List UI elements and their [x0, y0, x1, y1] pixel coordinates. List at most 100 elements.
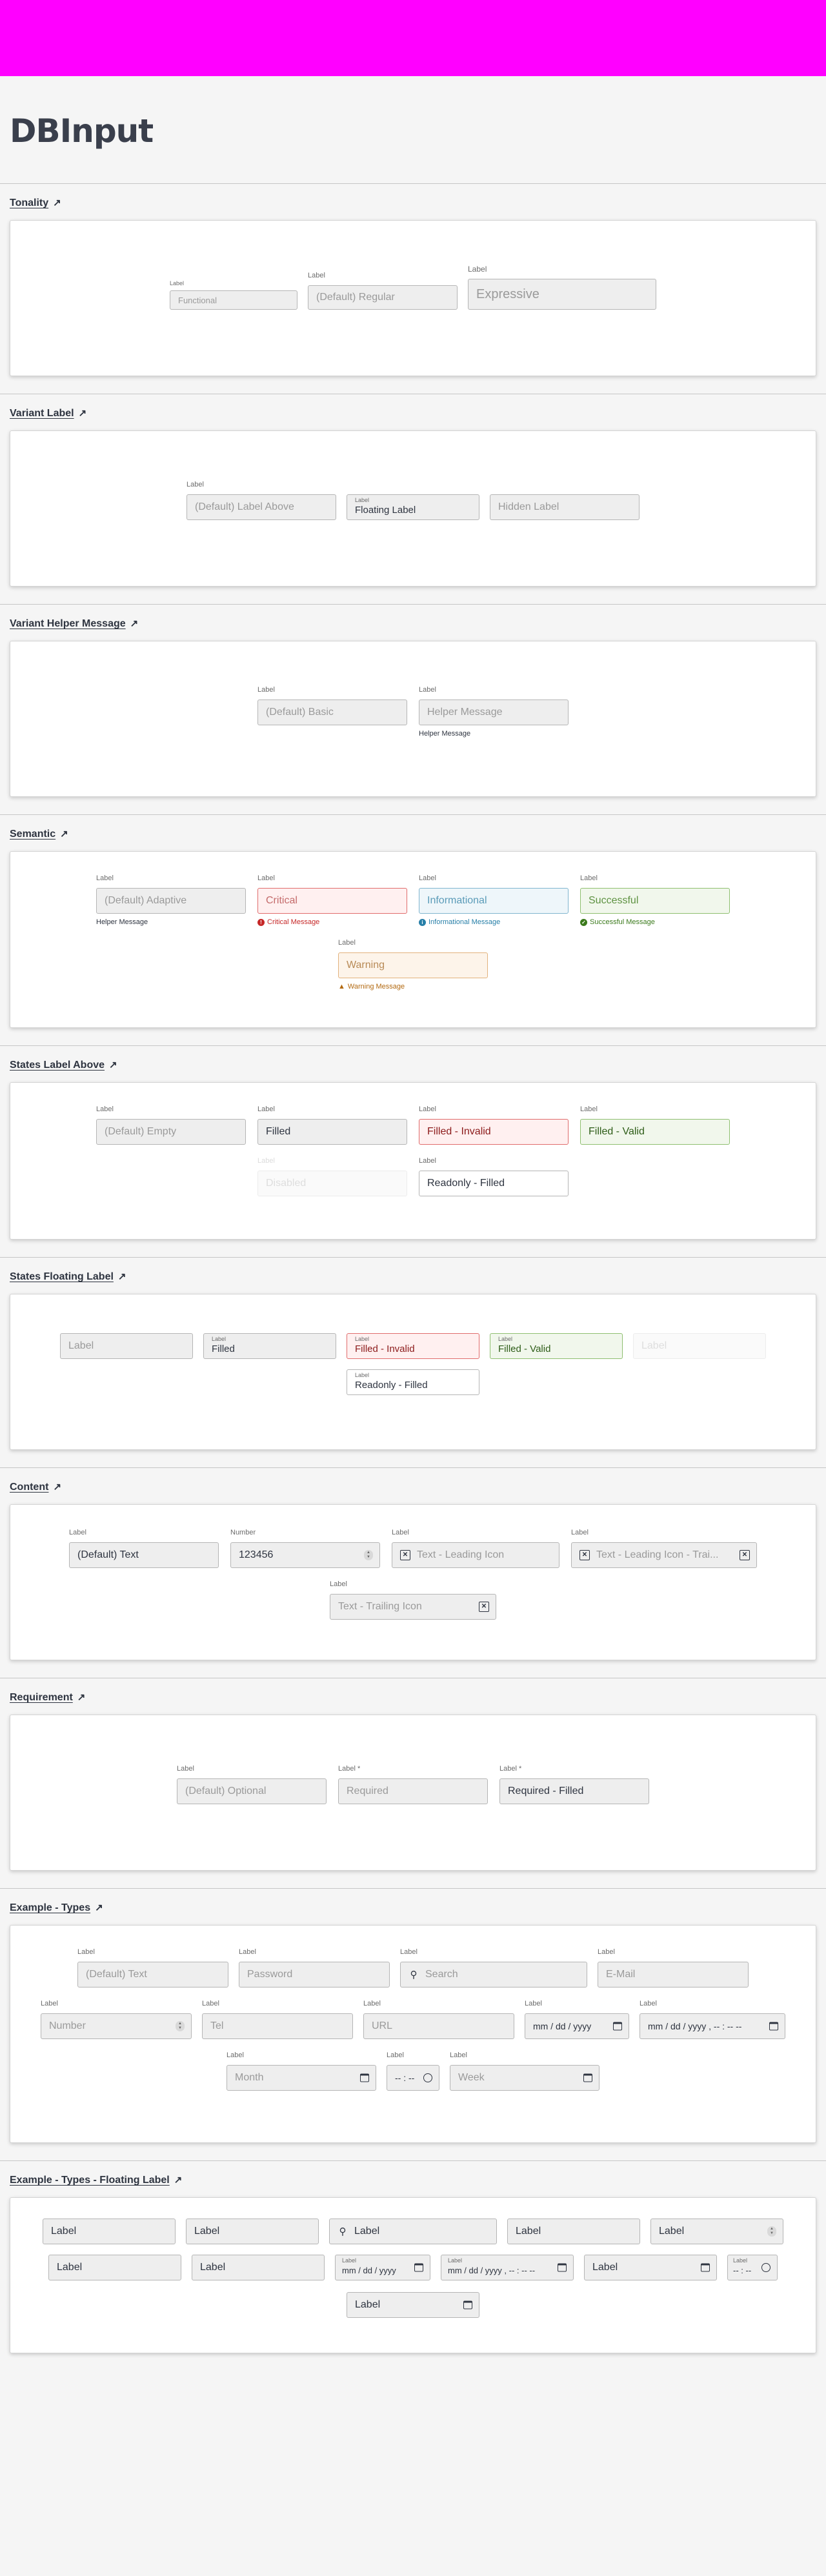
week-input[interactable]: Week	[450, 2065, 599, 2091]
section-title-content[interactable]: Content ↗	[10, 1481, 61, 1493]
text-input[interactable]: Label	[60, 1333, 193, 1359]
text-input[interactable]: (Default) Regular	[308, 285, 458, 310]
section-title-variant-helper[interactable]: Variant Helper Message ↗	[10, 618, 138, 630]
input-basic: Label (Default) Basic	[257, 685, 407, 725]
time-input[interactable]: -- : --	[387, 2065, 439, 2091]
calendar-icon[interactable]	[701, 2263, 710, 2272]
date-input[interactable]: Label mm / dd / yyyy	[335, 2255, 430, 2280]
number-stepper-icon[interactable]: ▲ ▼	[176, 2021, 185, 2031]
section-title-types[interactable]: Example - Types ↗	[10, 1902, 103, 1914]
week-input[interactable]: Label	[347, 2292, 479, 2318]
email-input[interactable]: Label	[507, 2219, 640, 2244]
month-input[interactable]: Label	[584, 2255, 717, 2280]
text-input[interactable]: Readonly - Filled	[419, 1171, 569, 1196]
time-input[interactable]: Label -- : --	[727, 2255, 778, 2280]
text-input[interactable]: Filled	[257, 1119, 407, 1145]
search-input[interactable]: ⚲ Search	[400, 1962, 587, 1987]
input-value: Filled - Invalid	[355, 1343, 415, 1354]
url-input[interactable]: URL	[363, 2013, 514, 2039]
section-title-requirement[interactable]: Requirement ↗	[10, 1691, 85, 1704]
text-input[interactable]: Filled - Valid	[580, 1119, 730, 1145]
text-input[interactable]: Label Readonly - Filled	[347, 1369, 479, 1395]
text-input[interactable]: Helper Message	[419, 699, 569, 725]
text-input[interactable]: Text - Trailing Icon ✕	[330, 1594, 496, 1620]
section-types: Example - Types ↗ Label (Default) Text La…	[0, 1888, 826, 2143]
success-message: ✓ Successful Message	[580, 918, 730, 926]
clock-icon[interactable]	[423, 2073, 432, 2082]
floating-label: Label	[355, 1372, 370, 1378]
text-input[interactable]: Successful	[580, 888, 730, 914]
text-input[interactable]: Hidden Label	[490, 494, 640, 520]
calendar-icon[interactable]	[414, 2263, 423, 2272]
number-input[interactable]: Number ▲ ▼	[41, 2013, 192, 2039]
password-input[interactable]: Password	[239, 1962, 390, 1987]
text-input[interactable]: (Default) Basic	[257, 699, 407, 725]
text-input[interactable]: ✕ Text - Leading Icon - Trai... ✕	[571, 1542, 757, 1568]
section-types-floating: Example - Types - Floating Label ↗ Label …	[0, 2160, 826, 2353]
card-requirement: Label (Default) Optional Label * Require…	[10, 1715, 816, 1871]
section-title-variant-label[interactable]: Variant Label ↗	[10, 407, 86, 419]
section-content: Content ↗ Label (Default) Text Number 123…	[0, 1467, 826, 1660]
text-input[interactable]: Warning	[338, 952, 488, 978]
input-warning: Label Warning ▲ Warning Message	[338, 938, 488, 991]
text-input[interactable]: Expressive	[468, 279, 656, 310]
tel-input[interactable]: Tel	[202, 2013, 353, 2039]
number-input[interactable]: Label ▲ ▼	[650, 2219, 783, 2244]
text-input[interactable]: (Default) Adaptive	[96, 888, 246, 914]
text-input[interactable]: (Default) Text	[69, 1542, 219, 1568]
month-input[interactable]: Month	[227, 2065, 376, 2091]
datetime-input[interactable]: Label mm / dd / yyyy , -- : -- --	[441, 2255, 574, 2280]
text-input[interactable]: Label Filled	[203, 1333, 336, 1359]
text-input[interactable]: Critical	[257, 888, 407, 914]
calendar-icon[interactable]	[558, 2263, 567, 2272]
section-title-types-floating[interactable]: Example - Types - Floating Label ↗	[10, 2174, 182, 2186]
text-input[interactable]: Informational	[419, 888, 569, 914]
clear-x-icon[interactable]: ✕	[479, 1602, 489, 1612]
input-type-password: Label	[186, 2219, 319, 2244]
helper-message: Helper Message	[419, 730, 471, 738]
section-title-tonality[interactable]: Tonality ↗	[10, 197, 61, 209]
text-input[interactable]: Filled - Invalid	[419, 1119, 569, 1145]
text-input[interactable]: Functional	[170, 290, 297, 310]
info-icon: i	[419, 918, 426, 926]
input-label: Label	[186, 481, 204, 488]
date-input[interactable]: mm / dd / yyyy	[525, 2013, 629, 2039]
text-input[interactable]: Required	[338, 1778, 488, 1804]
tel-input[interactable]: Label	[48, 2255, 181, 2280]
number-stepper-icon[interactable]: ▲ ▼	[364, 1550, 373, 1560]
input-filled-valid: Label Filled - Valid	[580, 1105, 730, 1145]
calendar-icon[interactable]	[463, 2300, 472, 2309]
password-input[interactable]: Label	[186, 2219, 319, 2244]
input-hidden-label: Hidden Label	[490, 494, 640, 520]
section-title-states-label-above[interactable]: States Label Above ↗	[10, 1059, 117, 1071]
url-input[interactable]: Label	[192, 2255, 325, 2280]
text-input[interactable]: Label Filled - Invalid	[347, 1333, 479, 1359]
text-input[interactable]: Required - Filled	[499, 1778, 649, 1804]
search-input[interactable]: ⚲ Label	[329, 2219, 497, 2244]
text-input[interactable]: Label Filled - Valid	[490, 1333, 623, 1359]
text-input[interactable]: Label Floating Label	[347, 494, 479, 520]
section-title-semantic[interactable]: Semantic ↗	[10, 828, 68, 840]
input-number: Number 123456 ▲ ▼	[230, 1528, 380, 1568]
number-input[interactable]: 123456 ▲ ▼	[230, 1542, 380, 1568]
section-title-states-floating[interactable]: States Floating Label ↗	[10, 1271, 126, 1283]
text-input[interactable]: (Default) Optional	[177, 1778, 327, 1804]
text-input[interactable]: (Default) Text	[77, 1962, 228, 1987]
input-type-number: Label ▲ ▼	[650, 2219, 783, 2244]
calendar-icon[interactable]	[613, 2022, 622, 2031]
clock-icon[interactable]	[761, 2263, 771, 2272]
text-input: Label	[633, 1333, 766, 1359]
text-input[interactable]: ✕ Text - Leading Icon	[392, 1542, 559, 1568]
text-input[interactable]: (Default) Label Above	[186, 494, 336, 520]
input-label: Label	[202, 2000, 219, 2007]
input-label: Label	[257, 874, 275, 882]
text-input[interactable]: Label	[43, 2219, 176, 2244]
text-input[interactable]: (Default) Empty	[96, 1119, 246, 1145]
calendar-icon[interactable]	[360, 2073, 369, 2082]
number-stepper-icon[interactable]: ▲ ▼	[767, 2226, 776, 2237]
email-input[interactable]: E-Mail	[598, 1962, 749, 1987]
clear-x-icon[interactable]: ✕	[740, 1550, 750, 1560]
datetime-input[interactable]: mm / dd / yyyy , -- : -- --	[640, 2013, 785, 2039]
calendar-icon[interactable]	[583, 2073, 592, 2082]
calendar-icon[interactable]	[769, 2022, 778, 2031]
